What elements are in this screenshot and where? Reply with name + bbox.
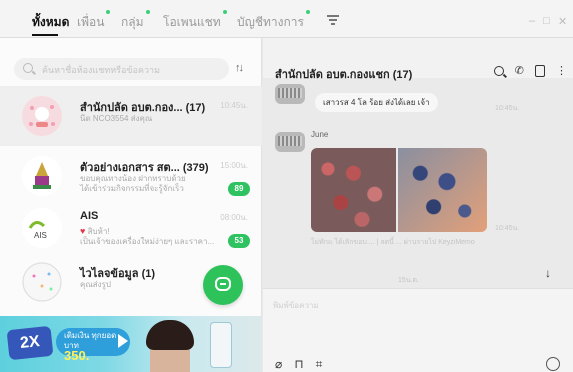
banner-amount: 350.: [64, 348, 90, 363]
photo-caption: ไม่ทักแ ได้เลิกขอบ.... | ลดนี้ ... ผ่านร…: [311, 239, 475, 246]
conversation-pane: สำนักปลัด อบต.กองแชก (17) ✆ ⋮ เสาวรส 4 โ…: [263, 38, 573, 372]
chat-time: 08:00น.: [220, 213, 248, 222]
unread-dot: [305, 10, 310, 14]
screenshot-icon[interactable]: ⌗: [316, 357, 323, 372]
unread-dot: [145, 10, 150, 14]
chat-time: 10:45น.: [220, 101, 248, 110]
conversation-title: สำนักปลัด อบต.กองแชก (17): [275, 69, 413, 81]
sort-icon[interactable]: ↑↓: [235, 62, 244, 74]
tab-official-label: บัญชีทางการ: [237, 15, 304, 29]
message-time: 10:45น.: [495, 105, 520, 112]
chat-preview-line1: ขอบคุณทางน้อง ฝากทราบด้วย: [80, 174, 186, 183]
chat-list-item[interactable]: AIS AIS ♥ สิบห้า! เป็นเจ้าของเครื่องใหม่ง…: [0, 198, 262, 258]
avatar: [22, 156, 62, 196]
header-actions: ✆ ⋮: [493, 64, 567, 77]
unread-dot: [222, 10, 227, 14]
sender-name: June: [311, 130, 329, 139]
tab-friends-label: เพื่อน: [77, 15, 105, 29]
chat-list-item[interactable]: ตัวอย่างเอกสาร สต... (379) ขอบคุณทางน้อง…: [0, 146, 262, 206]
tab-openchat-label: โอเพนแชท: [163, 15, 221, 29]
message-time: 10:45น.: [495, 225, 520, 232]
member-avatar[interactable]: [275, 132, 305, 152]
avatar: [22, 262, 62, 302]
emoji-icon[interactable]: [546, 357, 560, 371]
chat-preview-line2: ได้เข้าร่วมกิจกรรมที่จะรู้จักเร็ว: [80, 184, 184, 193]
chat-preview: ♥ สิบห้า! เป็นเจ้าของเครื่องใหม่ง่ายๆ และ…: [80, 226, 214, 247]
notes-icon[interactable]: [535, 64, 545, 77]
message-composer[interactable]: พิมพ์ข้อความ ⌀ ⊓ ⌗: [263, 288, 573, 372]
conversation-header: สำนักปลัด อบต.กองแชก (17) ✆ ⋮: [263, 38, 573, 81]
tab-official-accounts[interactable]: บัญชีทางการ: [237, 10, 310, 32]
minimize-icon[interactable]: –: [529, 15, 535, 27]
heart-icon: ♥: [80, 226, 86, 236]
composer-placeholder: พิมพ์ข้อความ: [273, 301, 319, 310]
unread-badge: 53: [228, 234, 250, 248]
chat-preview-line2: เป็นเจ้าของเครื่องใหม่ง่ายๆ และราคา...: [80, 237, 215, 246]
composer-tools: ⌀ ⊓ ⌗: [275, 357, 322, 372]
tab-openchat[interactable]: โอเพนแชท: [163, 10, 227, 32]
banner-2x-label: 2X: [6, 325, 54, 361]
date-divider: 15น.ต.: [398, 277, 420, 284]
unread-dot: [106, 10, 111, 14]
chat-list-item[interactable]: สำนักปลัด อบต.กอง... (17) นีด NCO3554 ส่…: [0, 86, 262, 146]
avatar: [22, 96, 62, 136]
chat-list-pane: ค้นหาชื่อห้องแชทหรือข้อความ ↑↓ สำนักปลัด…: [0, 38, 262, 372]
message-bubble: เสาวรส 4 โล ร้อย ส่งได้เลย เจ้า: [315, 93, 438, 112]
promo-banner[interactable]: 2X เติมเงิน ทุกยอดบาท 350.: [0, 316, 262, 372]
more-icon[interactable]: ⋮: [556, 64, 567, 77]
bookmark-icon[interactable]: ⊓: [294, 357, 303, 372]
scroll-down-icon[interactable]: ↓: [545, 266, 551, 280]
search-icon: [23, 63, 33, 73]
chat-name: AIS: [80, 210, 99, 222]
photo-image: [398, 148, 487, 232]
play-icon: [118, 334, 128, 348]
banner-person-image: [146, 320, 194, 372]
photo-image: [311, 148, 397, 232]
chat-bubble-icon: [215, 277, 231, 291]
search-input[interactable]: ค้นหาชื่อห้องแชทหรือข้อความ: [14, 58, 229, 80]
tab-groups[interactable]: กลุ่ม: [121, 10, 150, 32]
chat-time: 15:00น.: [220, 161, 248, 170]
member-avatar[interactable]: [275, 84, 305, 104]
tab-all[interactable]: ทั้งหมด: [32, 13, 69, 32]
search-placeholder: ค้นหาชื่อห้องแชทหรือข้อความ: [42, 65, 161, 75]
chat-preview: คุณส่งรูป: [80, 280, 111, 289]
chat-preview-line1: สิบห้า!: [87, 227, 110, 236]
top-tab-bar: ทั้งหมด เพื่อน กลุ่ม โอเพนแชท บัญชีทางกา…: [0, 0, 573, 38]
chat-preview: ขอบคุณทางน้อง ฝากทราบด้วย ได้เข้าร่วมกิจก…: [80, 174, 186, 194]
chat-preview: นีด NCO3554 ส่งคุณ: [80, 114, 153, 123]
tab-friends[interactable]: เพื่อน: [77, 10, 111, 32]
tab-groups-label: กลุ่ม: [121, 15, 144, 29]
photo-message[interactable]: [311, 148, 487, 232]
attachment-icon[interactable]: ⌀: [275, 357, 282, 372]
active-tab-indicator: [32, 34, 58, 36]
maximize-icon[interactable]: □: [543, 15, 550, 27]
phone-icon[interactable]: ✆: [515, 64, 524, 77]
ais-logo-avatar: AIS: [22, 208, 62, 248]
close-icon[interactable]: ✕: [558, 15, 567, 28]
new-chat-button[interactable]: [203, 265, 243, 305]
filter-icon[interactable]: [327, 15, 339, 25]
svg-text:AIS: AIS: [34, 231, 47, 240]
banner-product-image: [210, 322, 232, 368]
search-icon[interactable]: [493, 65, 504, 76]
unread-badge: 89: [228, 182, 250, 196]
